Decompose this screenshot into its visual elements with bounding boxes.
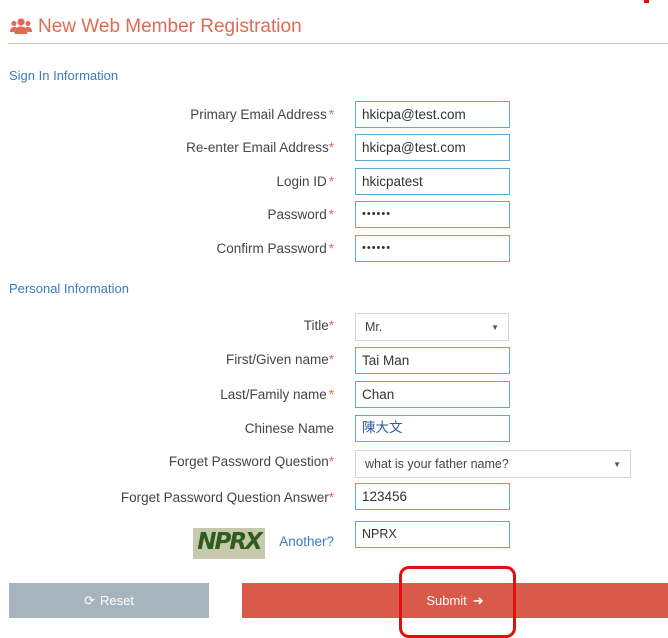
last-name-label: Last/Family name * xyxy=(220,387,334,402)
title-label: Title* xyxy=(303,318,334,333)
confirm-password-label: Confirm Password * xyxy=(216,241,334,256)
chinese-name-label: Chinese Name xyxy=(244,421,334,436)
forget-question-label: Forget Password Question* xyxy=(168,454,334,469)
refresh-icon: ⟳ xyxy=(84,593,95,608)
reenter-email-label: Re-enter Email Address* xyxy=(186,140,334,155)
last-name-input[interactable]: Chan xyxy=(355,381,510,408)
submit-highlight-annotation xyxy=(399,566,516,638)
confirm-password-input[interactable]: •••••• xyxy=(355,235,510,262)
chinese-name-input[interactable]: 陳大文 xyxy=(355,415,510,442)
chevron-down-icon: ▼ xyxy=(613,460,621,469)
title-select[interactable]: Mr. ▼ xyxy=(355,313,509,341)
reset-button-label: Reset xyxy=(99,593,134,608)
password-label: Password * xyxy=(267,207,334,222)
section-sign-in: Sign In Information xyxy=(9,68,119,83)
page-header: New Web Member Registration xyxy=(8,10,668,44)
captcha-input[interactable]: NPRX xyxy=(355,521,510,548)
first-name-label: First/Given name* xyxy=(225,352,334,367)
primary-email-input[interactable]: hkicpa@test.com xyxy=(355,101,510,128)
section-personal: Personal Information xyxy=(9,281,129,296)
forget-question-value: what is your father name? xyxy=(365,457,509,471)
reset-button[interactable]: ⟳ Reset xyxy=(9,583,209,618)
forget-answer-input[interactable]: 123456 xyxy=(355,483,510,510)
primary-email-label: Primary Email Address * xyxy=(190,107,334,122)
password-input[interactable]: •••••• xyxy=(355,201,510,228)
captcha-image: NPRX xyxy=(193,528,265,559)
captcha-image-text: NPRX xyxy=(197,529,263,555)
forget-question-select[interactable]: what is your father name? ▼ xyxy=(355,450,631,478)
users-icon xyxy=(10,18,32,34)
login-id-label: Login ID * xyxy=(276,174,334,189)
chevron-down-icon: ▼ xyxy=(491,323,499,332)
red-annotation-mark xyxy=(644,0,649,3)
page-title: New Web Member Registration xyxy=(38,16,302,37)
first-name-input[interactable]: Tai Man xyxy=(355,347,510,374)
reenter-email-input[interactable]: hkicpa@test.com xyxy=(355,134,510,161)
another-captcha-link[interactable]: Another? xyxy=(279,534,334,549)
forget-answer-label: Forget Password Question Answer* xyxy=(120,490,334,505)
login-id-input[interactable]: hkicpatest xyxy=(355,168,510,195)
title-select-value: Mr. xyxy=(365,320,383,334)
